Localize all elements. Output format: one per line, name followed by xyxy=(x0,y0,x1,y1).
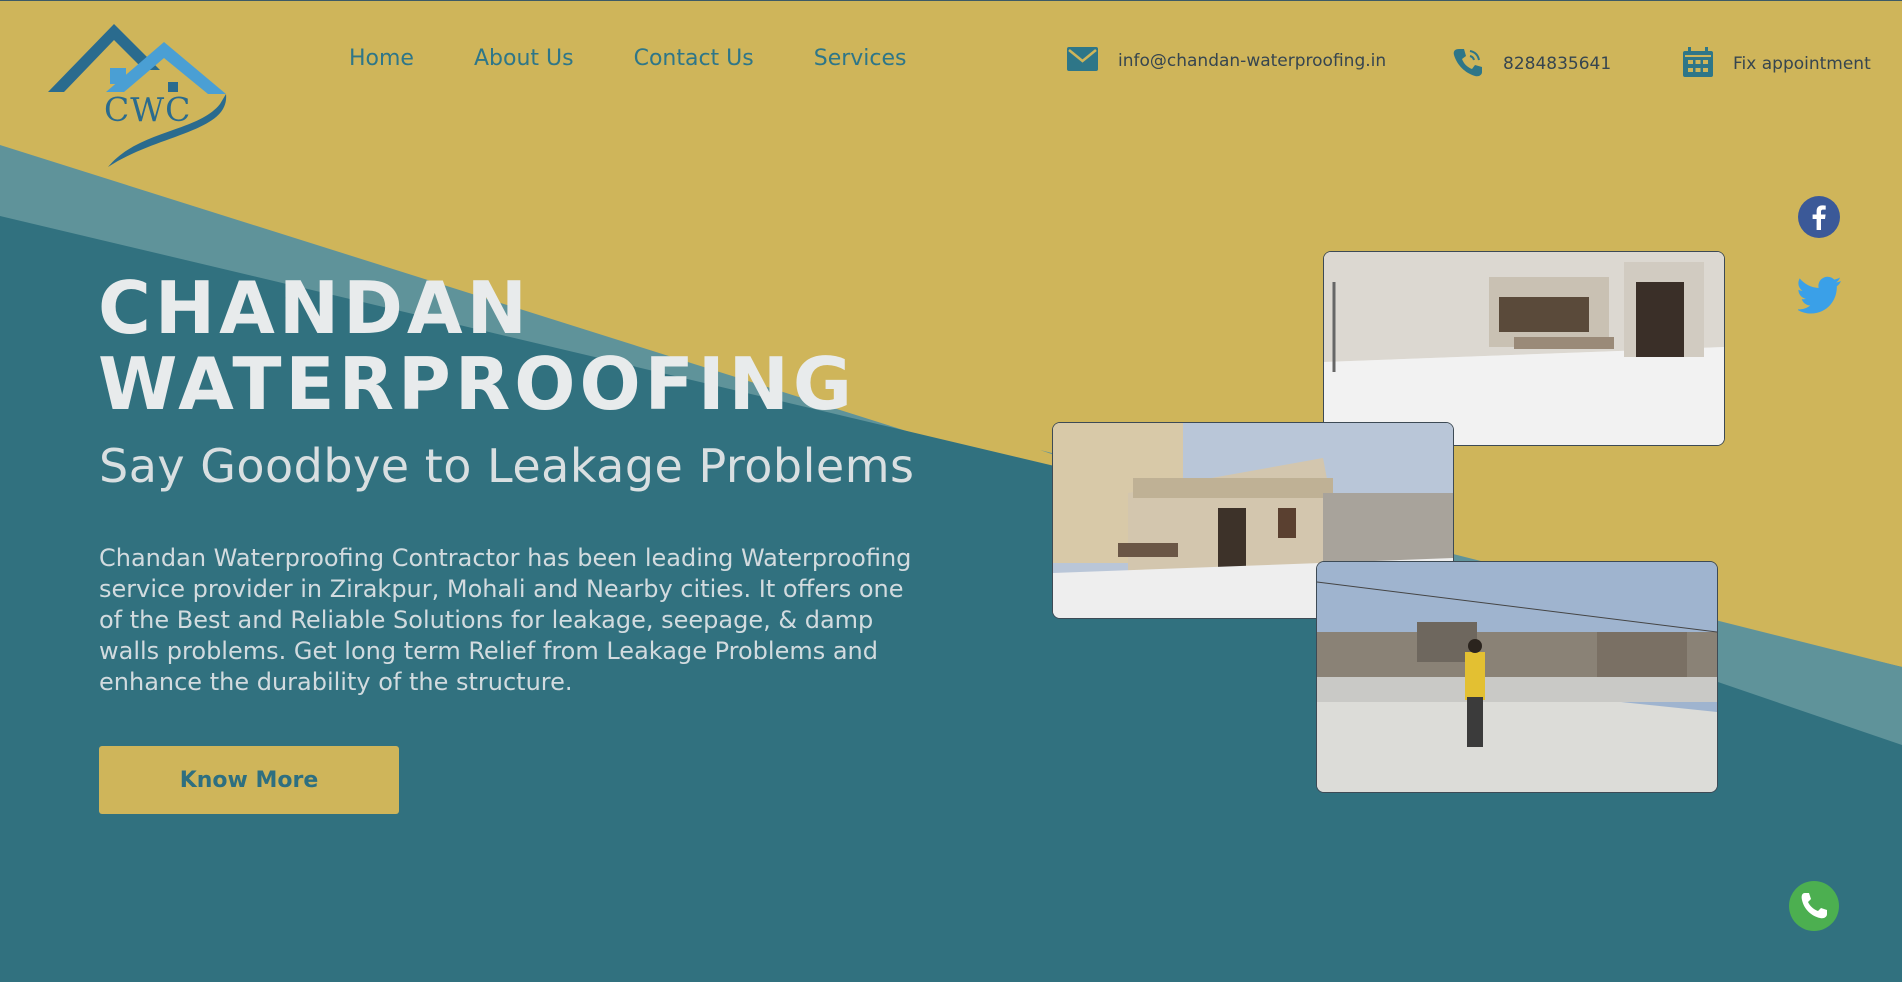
phone-contact[interactable]: 8284835641 xyxy=(1453,47,1611,81)
twitter-icon[interactable] xyxy=(1796,276,1842,316)
hero-subtitle: Say Goodbye to Leakage Problems xyxy=(99,439,915,493)
rooftop-worker-photo xyxy=(1316,561,1718,793)
email-address: info@chandan-waterproofing.in xyxy=(1118,51,1387,71)
nav-home[interactable]: Home xyxy=(349,46,414,71)
facebook-icon[interactable] xyxy=(1798,196,1840,238)
email-contact[interactable]: info@chandan-waterproofing.in xyxy=(1067,47,1386,75)
calendar-icon xyxy=(1683,47,1713,81)
rooftop-photo-1 xyxy=(1323,251,1725,446)
nav-contact-us[interactable]: Contact Us xyxy=(634,46,754,71)
phone-number: 8284835641 xyxy=(1503,54,1612,74)
main-nav: Home About Us Contact Us Services xyxy=(349,46,907,71)
appointment-contact[interactable]: Fix appointment xyxy=(1683,47,1871,81)
nav-services[interactable]: Services xyxy=(814,46,907,71)
whatsapp-icon[interactable] xyxy=(1789,881,1839,931)
know-more-button[interactable]: Know More xyxy=(99,746,399,814)
nav-about-us[interactable]: About Us xyxy=(474,46,574,71)
phone-icon xyxy=(1453,47,1483,81)
hero-title: CHANDAN WATERPROOFING xyxy=(98,266,857,426)
hero-description: Chandan Waterproofing Contractor has bee… xyxy=(99,544,912,696)
top-border xyxy=(0,0,1902,1)
appointment-label: Fix appointment xyxy=(1733,54,1871,74)
company-logo[interactable]: CWC xyxy=(48,22,230,172)
logo-text: CWC xyxy=(104,90,192,129)
mail-icon xyxy=(1067,47,1098,75)
